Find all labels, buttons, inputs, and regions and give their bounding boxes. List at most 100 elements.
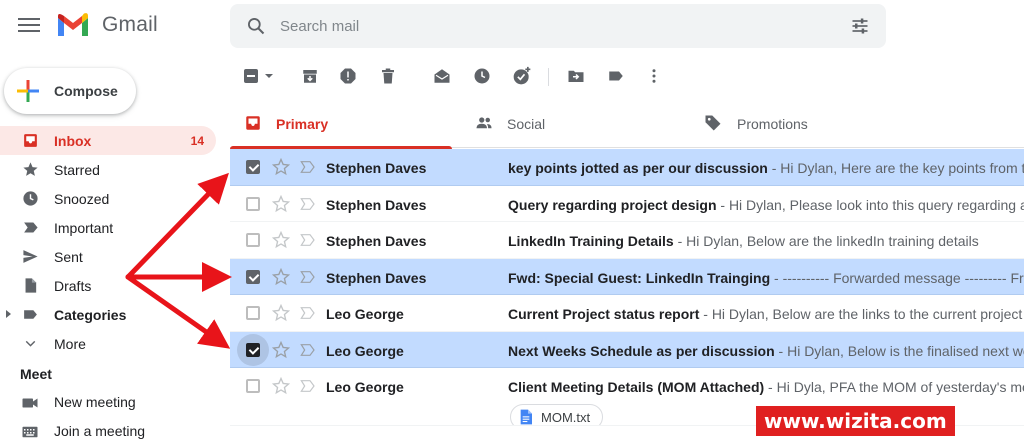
- email-subject: Next Weeks Schedule as per discussion: [508, 342, 775, 359]
- tab-social[interactable]: Social: [460, 100, 682, 148]
- sidebar-item-starred[interactable]: Starred: [0, 155, 216, 184]
- label-icon: [609, 71, 623, 81]
- search-options-icon[interactable]: [850, 16, 870, 36]
- meet-section-title: Meet: [20, 366, 52, 382]
- email-subject: Query regarding project design: [508, 196, 717, 213]
- important-marker-icon[interactable]: [300, 160, 316, 174]
- move-to-button[interactable]: [564, 64, 588, 88]
- important-marker-icon[interactable]: [300, 379, 316, 393]
- important-marker-icon[interactable]: [300, 233, 316, 247]
- search-bar: [230, 4, 886, 48]
- archive-button[interactable]: [298, 64, 322, 88]
- add-to-tasks-button[interactable]: [510, 64, 534, 88]
- meet-item-label: Join a meeting: [54, 423, 146, 439]
- sidebar-item-inbox[interactable]: Inbox 14: [0, 126, 216, 155]
- labels-button[interactable]: [604, 64, 628, 88]
- inbox-icon: [24, 134, 37, 147]
- star-outline-icon[interactable]: [272, 304, 290, 322]
- move-to-folder-icon: [568, 70, 584, 82]
- watermark: www.wizita.com: [756, 406, 955, 436]
- toolbar-divider: [548, 68, 549, 86]
- sidebar-item-label: Drafts: [54, 277, 92, 294]
- email-preview: key points jotted as per our discussion …: [508, 160, 1024, 176]
- important-icon: [24, 222, 38, 233]
- star-outline-icon[interactable]: [272, 377, 290, 395]
- search-input[interactable]: [280, 14, 840, 38]
- add-task-icon: [513, 66, 531, 85]
- more-vert-icon: [652, 69, 656, 83]
- sidebar-item-categories[interactable]: Categories: [0, 300, 216, 329]
- email-row[interactable]: Leo George Next Weeks Schedule as per di…: [230, 331, 1024, 368]
- star-outline-icon[interactable]: [272, 340, 290, 359]
- email-preview: Fwd: Special Guest: LinkedIn Trainging -…: [508, 270, 1024, 286]
- tab-promotions[interactable]: Promotions: [690, 100, 912, 148]
- row-checkbox[interactable]: [246, 196, 260, 211]
- document-icon: [520, 409, 532, 425]
- compose-button[interactable]: Compose: [4, 68, 136, 114]
- snooze-button[interactable]: [470, 64, 494, 88]
- tab-primary[interactable]: Primary: [230, 100, 452, 149]
- send-icon: [23, 250, 38, 263]
- email-snippet: - Hi Dylan, Below is the finalised next …: [778, 342, 1024, 359]
- search-icon[interactable]: [246, 16, 266, 36]
- tab-label: Promotions: [737, 116, 808, 132]
- star-outline-icon[interactable]: [272, 267, 290, 286]
- email-snippet: - Hi Dylan, Here are the key points from…: [771, 160, 1024, 176]
- report-spam-button[interactable]: [336, 64, 360, 88]
- row-checkbox[interactable]: [246, 306, 260, 320]
- star-outline-icon[interactable]: [272, 194, 290, 213]
- row-checkbox[interactable]: [246, 379, 260, 393]
- important-marker-icon[interactable]: [300, 197, 316, 211]
- sidebar-item-snoozed[interactable]: Snoozed: [0, 184, 216, 213]
- sidebar-nav: Inbox 14 Starred Snoozed Important Sent …: [0, 126, 216, 358]
- delete-button[interactable]: [376, 64, 400, 88]
- important-marker-icon[interactable]: [300, 306, 316, 320]
- star-outline-icon[interactable]: [272, 231, 290, 249]
- select-checkbox-icon: [244, 69, 273, 83]
- list-toolbar: [230, 58, 1024, 94]
- chevron-down-icon: [25, 340, 36, 347]
- row-checkbox[interactable]: [246, 233, 260, 247]
- row-checkbox[interactable]: [246, 269, 260, 284]
- sidebar-item-sent[interactable]: Sent: [0, 242, 216, 271]
- tab-label: Primary: [276, 116, 329, 132]
- tab-label: Social: [507, 116, 546, 132]
- gmail-logo-icon[interactable]: [56, 12, 90, 38]
- compose-plus-icon: [17, 80, 39, 102]
- email-row[interactable]: Stephen Daves Fwd: Special Guest: Linked…: [230, 258, 1024, 295]
- row-checkbox[interactable]: [246, 342, 260, 357]
- new-meeting-item[interactable]: New meeting: [0, 388, 216, 417]
- email-row[interactable]: Stephen Daves Query regarding project de…: [230, 186, 1024, 222]
- main-menu-icon[interactable]: [18, 14, 40, 36]
- keyboard-icon: [22, 426, 38, 438]
- email-preview: Query regarding project design - Hi Dyla…: [508, 197, 1024, 213]
- sidebar-item-label: Starred: [54, 161, 100, 178]
- sidebar-item-more[interactable]: More: [0, 329, 216, 358]
- attachment-chip[interactable]: MOM.txt: [510, 404, 604, 425]
- email-sender: Leo George: [326, 342, 404, 359]
- report-spam-icon: [340, 68, 356, 84]
- app-header: Gmail: [0, 0, 1024, 52]
- more-options-button[interactable]: [642, 64, 666, 88]
- join-meeting-item[interactable]: Join a meeting: [0, 417, 216, 444]
- email-row[interactable]: Stephen Daves key points jotted as per o…: [230, 149, 1024, 186]
- email-sender: Stephen Daves: [326, 160, 427, 176]
- sidebar-item-label: Categories: [54, 306, 127, 323]
- app-name: Gmail: [102, 13, 158, 36]
- video-icon: [22, 398, 38, 408]
- select-all-checkbox[interactable]: [242, 64, 282, 88]
- important-marker-icon[interactable]: [300, 270, 316, 284]
- sidebar-item-important[interactable]: Important: [0, 213, 216, 242]
- meet-item-label: New meeting: [54, 394, 136, 410]
- email-preview: Current Project status report - Hi Dylan…: [508, 306, 1024, 322]
- expand-caret-icon[interactable]: [6, 310, 11, 318]
- clock-icon: [474, 68, 490, 84]
- row-checkbox[interactable]: [246, 160, 260, 174]
- star-outline-icon[interactable]: [272, 158, 290, 176]
- important-marker-icon[interactable]: [300, 343, 316, 357]
- sidebar-item-label: Important: [54, 219, 114, 236]
- sidebar-item-drafts[interactable]: Drafts: [0, 271, 216, 300]
- email-row[interactable]: Leo George Current Project status report…: [230, 295, 1024, 332]
- email-row[interactable]: Stephen Daves LinkedIn Training Details …: [230, 222, 1024, 259]
- mark-as-read-button[interactable]: [430, 64, 454, 88]
